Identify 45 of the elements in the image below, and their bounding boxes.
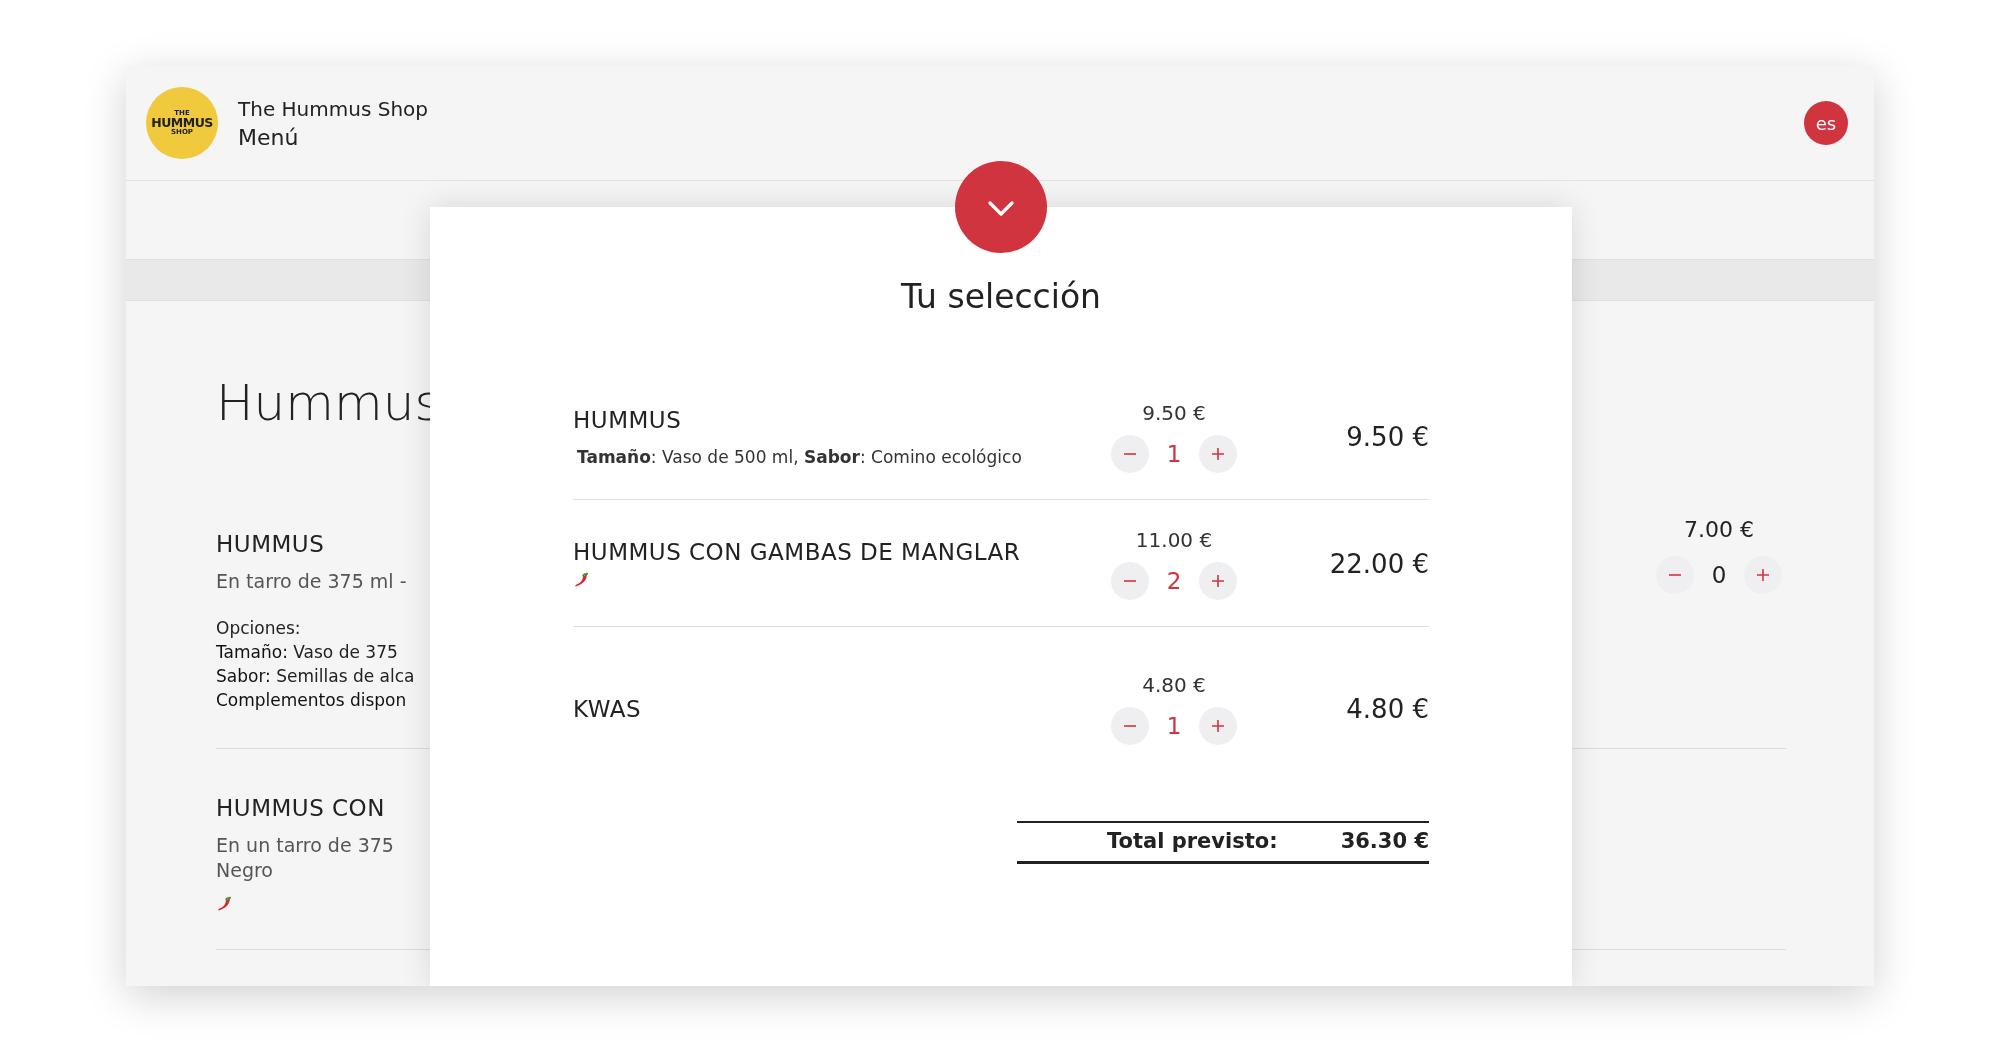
product-name: HUMMUS <box>573 407 682 433</box>
option-line: Tamaño: Vaso de 375 <box>216 641 398 664</box>
line-total: 4.80 € <box>1345 694 1429 724</box>
section-title: Hummus <box>216 373 441 433</box>
quantity-value: 2 <box>1165 568 1183 594</box>
product-options: Tamaño: Vaso de 500 ml, Sabor: Comino ecológico <box>573 447 1022 467</box>
minus-icon <box>1124 453 1136 455</box>
increase-button[interactable] <box>1199 435 1237 473</box>
unit-price: 4.80 € <box>1142 673 1206 697</box>
minus-icon <box>1124 725 1136 727</box>
chevron-down-icon <box>987 200 1015 218</box>
minus-icon <box>1124 580 1136 582</box>
chili-pepper-icon <box>216 895 234 913</box>
chili-pepper-icon <box>573 571 591 589</box>
option-line: Complementos dispon <box>216 689 407 712</box>
quantity-value: 1 <box>1165 441 1183 467</box>
product-description: En un tarro de 375 Negro <box>216 833 394 883</box>
product-price: 7.00 € <box>1684 517 1754 542</box>
product-name: KWAS <box>573 696 642 722</box>
plus-icon <box>1210 446 1226 462</box>
plus-icon <box>1210 573 1226 589</box>
quantity-value: 1 <box>1165 713 1183 739</box>
increase-button[interactable] <box>1199 562 1237 600</box>
plus-icon <box>1210 718 1226 734</box>
options-label: Opciones: <box>216 617 301 640</box>
total-label: Total previsto: <box>1107 829 1278 853</box>
minus-icon <box>1669 574 1681 576</box>
total-value: 36.30 € <box>1340 829 1429 853</box>
plus-icon <box>1755 567 1771 583</box>
line-total: 22.00 € <box>1328 549 1429 579</box>
panel-title: Tu selección <box>899 277 1103 317</box>
line-total: 9.50 € <box>1345 422 1429 452</box>
product-name: HUMMUS CON <box>216 795 385 821</box>
language-button[interactable]: es <box>1804 101 1848 145</box>
increase-button[interactable] <box>1199 707 1237 745</box>
product-name: HUMMUS CON GAMBAS DE MANGLAR <box>573 539 1021 565</box>
page-title: Menú <box>238 124 300 150</box>
unit-price: 9.50 € <box>1142 401 1206 425</box>
product-name: HUMMUS <box>216 531 325 557</box>
product-description: En tarro de 375 ml - <box>216 569 407 594</box>
quantity-value: 0 <box>1710 562 1728 588</box>
unit-price: 11.00 € <box>1135 528 1213 552</box>
option-line: Sabor: Semillas de alca <box>216 665 415 688</box>
shop-name: The Hummus Shop <box>238 96 428 121</box>
increase-button[interactable] <box>1744 556 1782 594</box>
